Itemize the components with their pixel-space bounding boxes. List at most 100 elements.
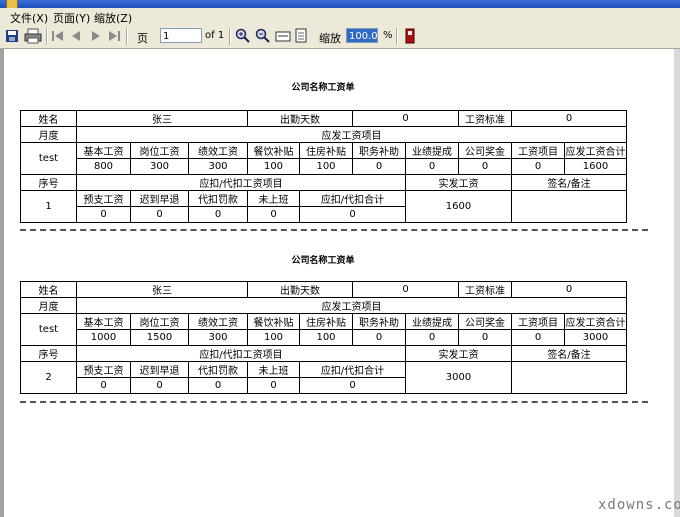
print-icon[interactable] bbox=[22, 27, 44, 45]
deduct-total: 0 bbox=[299, 377, 406, 394]
deduct-header: 预支工资 bbox=[76, 361, 131, 378]
zoom-out-icon[interactable] bbox=[254, 27, 272, 45]
payable-header: 业绩提成 bbox=[405, 313, 459, 330]
attendance-value: 0 bbox=[352, 281, 459, 298]
zoom-input[interactable]: 100.0 bbox=[346, 28, 378, 43]
zoom-in-icon[interactable] bbox=[234, 27, 252, 45]
salary-standard-label: 工资标准 bbox=[458, 281, 512, 298]
page-width-icon[interactable] bbox=[274, 27, 292, 45]
payable-header: 工资项目 bbox=[511, 313, 565, 330]
deduct-header: 代扣罚款 bbox=[188, 190, 248, 207]
employee-name: 张三 bbox=[76, 110, 248, 127]
attendance-value: 0 bbox=[352, 110, 459, 127]
toolbar: 页 1 of 1 缩放 100.0 % bbox=[0, 25, 680, 49]
payable-header: 住房补贴 bbox=[299, 313, 353, 330]
payslip-table: 姓名 张三 出勤天数 0 工资标准 0 月度 应发工资项目 test 基本工资 … bbox=[20, 110, 627, 223]
month-label: 月度 bbox=[20, 297, 77, 314]
vertical-scrollbar[interactable] bbox=[674, 49, 680, 517]
menu-page[interactable]: 页面(Y) bbox=[53, 10, 90, 26]
payable-header: 岗位工资 bbox=[130, 142, 189, 159]
seq-value: 2 bbox=[20, 361, 77, 394]
title-bar bbox=[0, 0, 680, 8]
payable-header: 应发工资合计 bbox=[564, 313, 627, 330]
payable-value: 800 bbox=[76, 158, 131, 175]
prev-page-icon[interactable] bbox=[67, 27, 85, 45]
watermark-text: xdowns.com bbox=[598, 497, 680, 513]
whole-page-icon[interactable] bbox=[292, 27, 310, 45]
month-value: test bbox=[20, 313, 77, 346]
actual-pay-label: 实发工资 bbox=[405, 345, 512, 362]
payable-header: 基本工资 bbox=[76, 142, 131, 159]
toolbar-separator bbox=[46, 28, 48, 45]
deduct-header: 应扣/代扣合计 bbox=[299, 190, 406, 207]
page-separator bbox=[20, 229, 648, 231]
next-page-icon[interactable] bbox=[87, 27, 105, 45]
page-separator bbox=[20, 401, 648, 403]
payable-header: 公司奖金 bbox=[458, 313, 512, 330]
payable-total: 1600 bbox=[564, 158, 627, 175]
name-label: 姓名 bbox=[20, 281, 77, 298]
payable-value: 100 bbox=[247, 158, 300, 175]
salary-standard-label: 工资标准 bbox=[458, 110, 512, 127]
actual-pay-value: 1600 bbox=[405, 190, 512, 223]
payable-value: 300 bbox=[188, 329, 248, 346]
deduct-total: 0 bbox=[299, 206, 406, 223]
deduct-value: 0 bbox=[76, 206, 131, 223]
toolbar-separator bbox=[126, 28, 128, 45]
payable-header: 业绩提成 bbox=[405, 142, 459, 159]
payable-header: 职务补助 bbox=[352, 142, 406, 159]
menu-zoom[interactable]: 缩放(Z) bbox=[94, 10, 132, 26]
payable-value: 0 bbox=[458, 329, 512, 346]
deduct-header: 预支工资 bbox=[76, 190, 131, 207]
month-label: 月度 bbox=[20, 126, 77, 143]
employee-name: 张三 bbox=[76, 281, 248, 298]
deduct-value: 0 bbox=[76, 377, 131, 394]
exit-icon[interactable] bbox=[401, 27, 419, 45]
signature-value bbox=[511, 190, 627, 223]
signature-label: 签名/备注 bbox=[511, 174, 627, 191]
seq-label: 序号 bbox=[20, 345, 77, 362]
salary-standard-value: 0 bbox=[511, 110, 627, 127]
deduct-items-header: 应扣/代扣工资项目 bbox=[76, 345, 406, 362]
deduct-header: 未上班 bbox=[247, 361, 300, 378]
menu-file[interactable]: 文件(X) bbox=[10, 10, 48, 26]
deduct-header: 未上班 bbox=[247, 190, 300, 207]
payable-value: 0 bbox=[511, 158, 565, 175]
payable-value: 300 bbox=[130, 158, 189, 175]
payable-value: 0 bbox=[405, 158, 459, 175]
payable-header: 职务补助 bbox=[352, 313, 406, 330]
payable-value: 1500 bbox=[130, 329, 189, 346]
payable-header: 应发工资合计 bbox=[564, 142, 627, 159]
payable-items-header: 应发工资项目 bbox=[76, 297, 627, 314]
payable-value: 100 bbox=[299, 329, 353, 346]
deduct-value: 0 bbox=[247, 206, 300, 223]
save-icon[interactable] bbox=[3, 27, 21, 45]
signature-value bbox=[511, 361, 627, 394]
payable-header: 工资项目 bbox=[511, 142, 565, 159]
payable-header: 绩效工资 bbox=[188, 142, 248, 159]
deduct-value: 0 bbox=[130, 377, 189, 394]
payslip-title: 公司名称工资单 bbox=[291, 256, 355, 266]
attendance-label: 出勤天数 bbox=[247, 281, 353, 298]
month-value: test bbox=[20, 142, 77, 175]
payable-header: 公司奖金 bbox=[458, 142, 512, 159]
deduct-value: 0 bbox=[188, 377, 248, 394]
payable-header: 餐饮补贴 bbox=[247, 313, 300, 330]
viewport-left-border bbox=[0, 49, 4, 517]
payslip-title: 公司名称工资单 bbox=[291, 83, 355, 93]
toolbar-separator bbox=[396, 28, 398, 45]
salary-standard-value: 0 bbox=[511, 281, 627, 298]
last-page-icon[interactable] bbox=[105, 27, 123, 45]
deduct-value: 0 bbox=[130, 206, 189, 223]
zoom-label: 缩放 bbox=[319, 32, 341, 45]
first-page-icon[interactable] bbox=[49, 27, 67, 45]
deduct-header: 迟到早退 bbox=[130, 361, 189, 378]
actual-pay-label: 实发工资 bbox=[405, 174, 512, 191]
deduct-value: 0 bbox=[247, 377, 300, 394]
deduct-items-header: 应扣/代扣工资项目 bbox=[76, 174, 406, 191]
attendance-label: 出勤天数 bbox=[247, 110, 353, 127]
page-number-input[interactable]: 1 bbox=[160, 28, 202, 43]
deduct-header: 代扣罚款 bbox=[188, 361, 248, 378]
app-icon bbox=[6, 0, 18, 8]
payable-value: 100 bbox=[247, 329, 300, 346]
